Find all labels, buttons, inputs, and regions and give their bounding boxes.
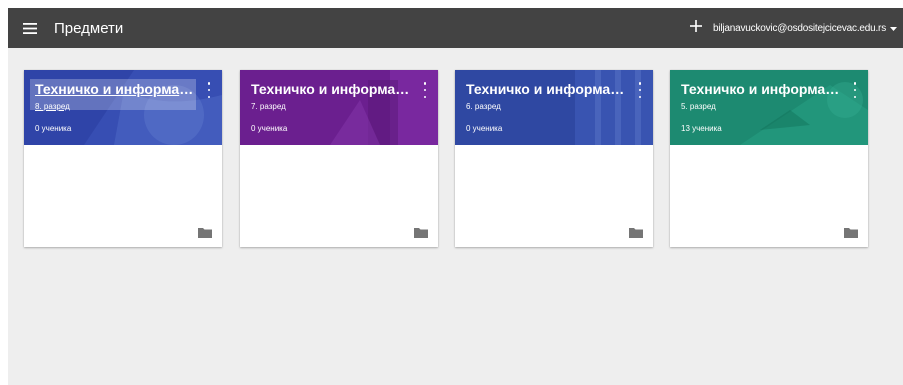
add-class-button[interactable] bbox=[685, 8, 707, 48]
folder-icon[interactable] bbox=[629, 225, 643, 238]
more-vert-icon[interactable] bbox=[635, 82, 645, 98]
more-vert-icon[interactable] bbox=[420, 82, 430, 98]
plus-icon bbox=[690, 19, 702, 37]
caret-down-icon bbox=[890, 23, 897, 34]
student-count: 13 ученика bbox=[681, 124, 722, 133]
class-card[interactable]: Техничко и информати... 8. разред 0 учен… bbox=[24, 70, 222, 247]
class-section[interactable]: 6. разред bbox=[466, 102, 501, 111]
class-section[interactable]: 7. разред bbox=[251, 102, 286, 111]
class-card-header[interactable]: Техничко и информати... 6. разред 0 учен… bbox=[455, 70, 653, 145]
class-title[interactable]: Техничко и информати... bbox=[681, 81, 841, 97]
class-title[interactable]: Техничко и информати... bbox=[466, 81, 626, 97]
hamburger-menu-button[interactable] bbox=[10, 8, 50, 48]
account-email: biljanavuckovic@osdositejcicevac.edu.rs bbox=[713, 22, 886, 34]
class-card-header[interactable]: Техничко и информати... 5. разред 13 уче… bbox=[670, 70, 868, 145]
class-card[interactable]: Техничко и информати... 6. разред 0 учен… bbox=[455, 70, 653, 247]
class-card-header[interactable]: Техничко и информати... 7. разред 0 учен… bbox=[240, 70, 438, 145]
more-vert-icon[interactable] bbox=[850, 82, 860, 98]
account-menu[interactable]: biljanavuckovic@osdositejcicevac.edu.rs bbox=[713, 23, 897, 34]
student-count: 0 ученика bbox=[251, 124, 288, 133]
class-card[interactable]: Техничко и информати... 7. разред 0 учен… bbox=[240, 70, 438, 247]
student-count: 0 ученика bbox=[35, 124, 72, 133]
folder-icon[interactable] bbox=[198, 225, 212, 238]
top-bar: Предмети biljanavuckovic@osdositejciceva… bbox=[8, 8, 903, 48]
more-vert-icon[interactable] bbox=[204, 82, 214, 98]
student-count: 0 ученика bbox=[466, 124, 503, 133]
folder-icon[interactable] bbox=[414, 225, 428, 238]
folder-icon[interactable] bbox=[844, 225, 858, 238]
class-title[interactable]: Техничко и информати... bbox=[35, 81, 195, 97]
class-card-header[interactable]: Техничко и информати... 8. разред 0 учен… bbox=[24, 70, 222, 145]
page-title: Предмети bbox=[54, 19, 124, 37]
app-frame: Предмети biljanavuckovic@osdositejciceva… bbox=[8, 8, 903, 385]
class-card[interactable]: Техничко и информати... 5. разред 13 уче… bbox=[670, 70, 868, 247]
class-section[interactable]: 5. разред bbox=[681, 102, 716, 111]
hamburger-menu-icon bbox=[23, 22, 37, 34]
class-section[interactable]: 8. разред bbox=[35, 102, 70, 111]
class-title[interactable]: Техничко и информати... bbox=[251, 81, 411, 97]
